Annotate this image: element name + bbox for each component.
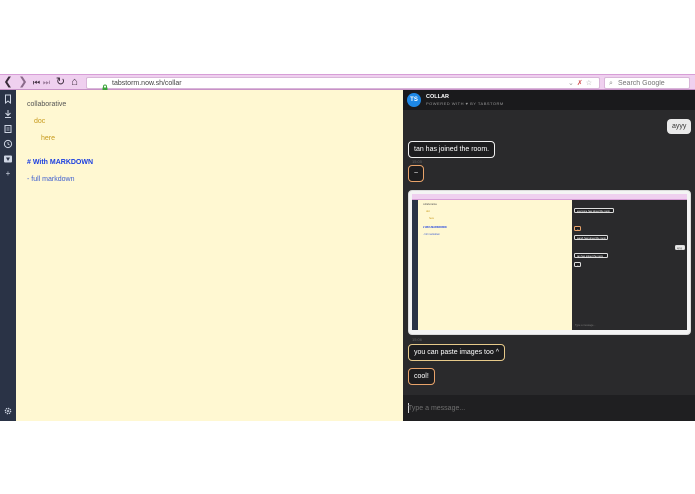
message-input[interactable] <box>408 403 688 414</box>
address-tools: ⌄✗☆ <box>568 78 595 89</box>
chat-title: COLLAR <box>426 94 449 100</box>
mini-message: sarah has joined the room <box>574 235 608 240</box>
chat-panel: TS COLLAR POWERED WITH ♥ BY TABSTORM ayy… <box>403 90 695 421</box>
mini-composer: Type a message... <box>575 324 596 327</box>
message-time: 15:06 <box>412 337 423 342</box>
left-sidebar: + <box>0 90 16 421</box>
mini-line: # With MARKDOWN <box>423 226 447 229</box>
lock-icon <box>101 79 109 92</box>
tabs-icon[interactable] <box>3 154 13 164</box>
message-composer <box>403 395 695 421</box>
notes-icon[interactable] <box>3 124 13 134</box>
incoming-message: tan has joined the room. <box>408 141 496 158</box>
reload-icon[interactable]: ↻ <box>55 76 66 89</box>
download-icon[interactable] <box>3 109 13 119</box>
mini-line: collaborative <box>423 203 438 206</box>
mini-message: tan has joined the room <box>574 253 608 258</box>
last-page-icon[interactable]: ⏭ <box>42 76 51 89</box>
editor-line[interactable]: doc <box>34 117 45 126</box>
search-box[interactable]: ⌕ <box>604 77 690 89</box>
history-icon[interactable] <box>3 139 13 149</box>
security-icon[interactable]: ✗ <box>577 80 586 87</box>
first-page-icon[interactable]: ⏮ <box>32 76 41 89</box>
editor-line[interactable]: - full markdown <box>27 175 74 184</box>
mini-editor: collaborative doc here # With MARKDOWN -… <box>418 200 572 330</box>
mini-message: ayyy <box>675 245 685 250</box>
markdown-editor[interactable]: collaborative doc here # With MARKDOWN -… <box>16 90 403 421</box>
editor-line[interactable]: here <box>41 134 55 143</box>
dropdown-icon[interactable]: ⌄ <box>568 80 577 87</box>
address-bar[interactable]: tabstorm.now.sh/collar ⌄✗☆ <box>86 77 600 92</box>
editor-heading[interactable]: # With MARKDOWN <box>27 158 93 167</box>
search-input[interactable] <box>618 79 688 88</box>
chat-subtitle: POWERED WITH ♥ BY TABSTORM <box>426 101 504 106</box>
search-icon: ⌕ <box>609 80 613 87</box>
browser-toolbar: ❮ ❯ ⏮ ⏭ ↻ ⌂ tabstorm.now.sh/collar ⌄✗☆ ⌕ <box>0 74 695 92</box>
mini-message: ~ <box>574 262 581 267</box>
bookmark-star-icon[interactable]: ☆ <box>586 80 595 87</box>
incoming-message: you can paste images too ^ <box>408 344 506 361</box>
pasted-image[interactable]: collaborative doc here # With MARKDOWN -… <box>408 190 691 335</box>
url-text: tabstorm.now.sh/collar <box>112 80 182 87</box>
forward-icon[interactable]: ❯ <box>18 76 28 89</box>
back-icon[interactable]: ❮ <box>3 76 13 89</box>
mini-message: everyone has joined the room <box>574 208 614 213</box>
screenshot-thumbnail: collaborative doc here # With MARKDOWN -… <box>412 194 687 330</box>
browser-window: ❮ ❯ ⏮ ⏭ ↻ ⌂ tabstorm.now.sh/collar ⌄✗☆ ⌕ <box>0 74 695 421</box>
message-time: 15:05 <box>412 159 423 164</box>
mini-line: here <box>429 217 435 220</box>
tabstorm-logo: TS <box>407 93 421 107</box>
mini-chat: everyone has joined the room ~ sarah has… <box>572 200 687 330</box>
mini-line: - full markdown <box>423 233 440 236</box>
gear-icon[interactable] <box>3 406 13 416</box>
mini-line: doc <box>426 210 431 213</box>
outgoing-message: ayyy <box>667 119 692 134</box>
incoming-message: ~ <box>408 165 425 182</box>
mini-message: ~ <box>574 226 581 231</box>
bookmark-icon[interactable] <box>3 94 13 104</box>
incoming-message: cool! <box>408 368 435 385</box>
chat-header: TS COLLAR POWERED WITH ♥ BY TABSTORM <box>403 90 695 110</box>
editor-line[interactable]: collaborative <box>27 100 66 109</box>
home-icon[interactable]: ⌂ <box>69 76 80 89</box>
add-icon[interactable]: + <box>3 169 13 179</box>
